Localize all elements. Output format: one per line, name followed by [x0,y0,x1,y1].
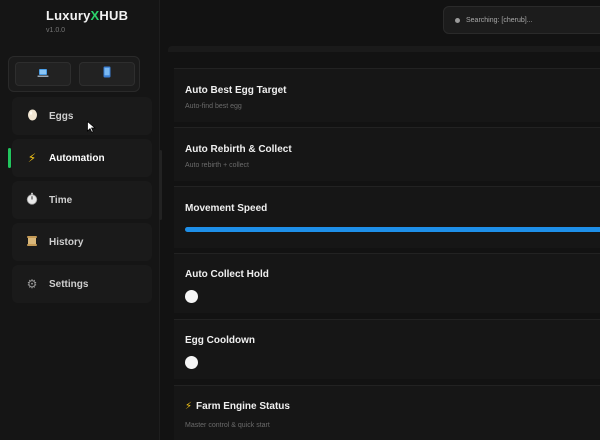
sidebar-item-automation[interactable]: ⚡ Automation [12,139,152,177]
option-title: Auto Best Egg Target [185,85,287,96]
phone-button[interactable] [79,62,135,86]
search-status[interactable]: Searching: [cherub]... [443,6,600,34]
auto-collect-hold-toggle[interactable] [185,290,198,303]
laptop-button[interactable] [15,62,71,86]
lightning-icon: ⚡ [27,151,37,165]
option-farm-engine-status[interactable]: ⚡ Farm Engine Status Master control & qui… [174,385,600,440]
lightning-icon: ⚡ [185,401,193,412]
option-auto-rebirth-collect[interactable]: Auto Rebirth & Collect Auto rebirth + co… [174,127,600,181]
logo-text-suffix: HUB [99,8,129,23]
sidebar-item-label: Eggs [49,110,74,122]
egg-cooldown-toggle[interactable] [185,356,198,369]
option-title: Auto Collect Hold [185,269,269,280]
option-title: Auto Rebirth & Collect [185,144,292,155]
option-movement-speed: Movement Speed [174,186,600,248]
option-title: Movement Speed [185,203,268,214]
gear-icon: ⚙ [26,277,38,291]
sidebar: LuxuryXHUB v1.0.0 Eggs ⚡ Automation Time… [0,0,162,440]
search-status-text: Searching: [cherub]... [466,16,533,24]
movement-speed-slider[interactable] [185,227,600,232]
sidebar-scrollbar[interactable] [159,150,162,220]
laptop-icon [37,65,49,83]
version-label: v1.0.0 [46,27,66,34]
app-logo: LuxuryXHUB [46,8,128,23]
option-subtitle: Auto-find best egg [185,103,242,110]
option-auto-collect-hold: Auto Collect Hold [174,253,600,313]
sidebar-item-label: History [49,236,84,248]
sidebar-item-label: Automation [49,152,105,164]
slider-fill [185,227,600,232]
option-title-text: Farm Engine Status [196,401,290,412]
phone-icon [103,65,111,83]
sidebar-item-label: Settings [49,278,89,290]
sidebar-item-eggs[interactable]: Eggs [12,97,152,135]
main-panel: Auto Best Egg Target Auto-find best egg … [168,46,600,440]
option-auto-best-egg-target[interactable]: Auto Best Egg Target Auto-find best egg [174,68,600,122]
device-selector [8,56,140,92]
active-nav-indicator [8,148,11,168]
status-dot-icon [455,17,460,23]
mouse-cursor-icon [87,120,96,138]
stopwatch-icon [24,192,40,208]
option-egg-cooldown: Egg Cooldown [174,319,600,379]
option-subtitle: Master control & quick start [185,422,270,429]
egg-icon [24,108,40,124]
option-title: Egg Cooldown [185,335,255,346]
option-title: ⚡ Farm Engine Status [185,401,290,412]
panel-header-strip [168,46,600,52]
sidebar-item-settings[interactable]: ⚙ Settings [12,265,152,303]
sidebar-item-time[interactable]: Time [12,181,152,219]
sidebar-item-history[interactable]: History [12,223,152,261]
logo-text-prefix: Luxury [46,8,91,23]
option-subtitle: Auto rebirth + collect [185,162,250,169]
sidebar-item-label: Time [49,194,73,206]
scroll-icon [24,235,40,250]
